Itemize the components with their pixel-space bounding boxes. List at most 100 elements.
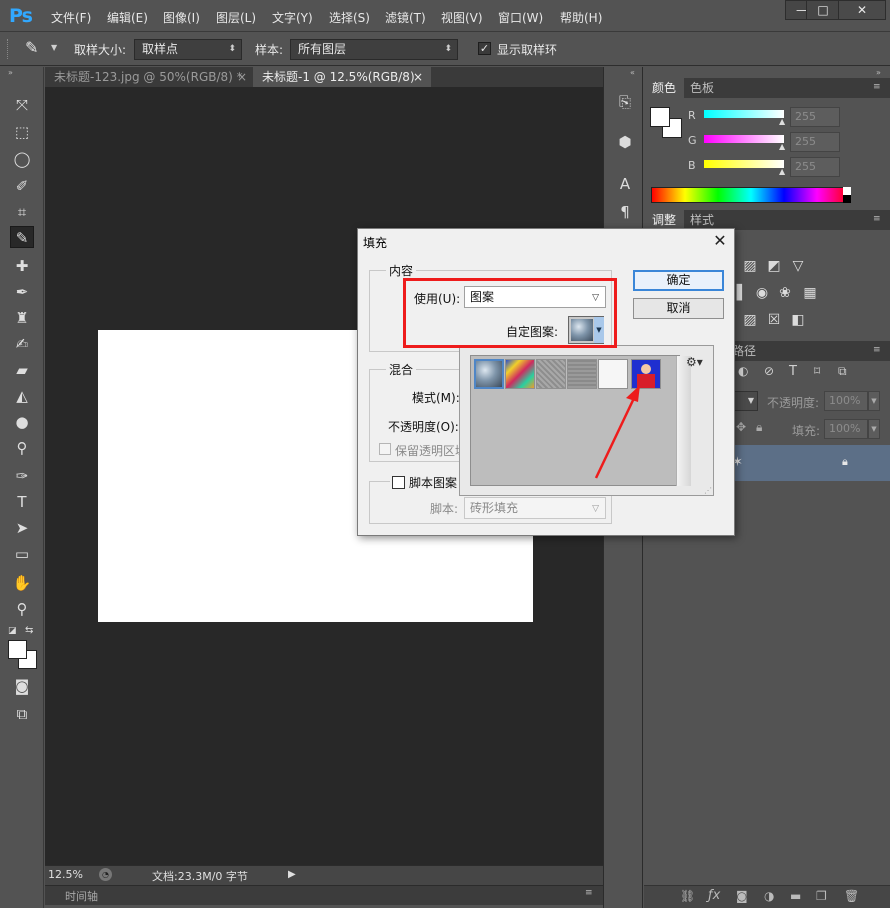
new-adjustment-icon[interactable]: ◑ — [764, 889, 774, 903]
paint-bucket-tool-icon[interactable]: ◭ — [10, 385, 34, 407]
slider-handle-icon[interactable]: ▲ — [779, 117, 785, 126]
show-ring-checkbox[interactable]: ✓ — [478, 42, 491, 55]
dodge-tool-icon[interactable]: ⚲ — [10, 437, 34, 459]
pen-tool-icon[interactable]: ✑ — [10, 465, 34, 487]
expand-chevron-icon[interactable]: « — [630, 68, 635, 77]
cancel-button[interactable]: 取消 — [633, 298, 724, 319]
move-tool-icon[interactable]: ⤧ — [10, 94, 34, 116]
link-layers-icon[interactable]: ⛓ — [680, 889, 695, 903]
threshold-adjust-icon[interactable]: ☒ — [764, 311, 784, 329]
eraser-tool-icon[interactable]: ▰ — [10, 359, 34, 381]
delete-layer-icon[interactable]: 🗑︎ — [844, 889, 859, 903]
zoom-level[interactable]: 12.5% — [48, 868, 83, 881]
quick-mask-icon[interactable]: ◙ — [10, 675, 34, 697]
slider-handle-icon[interactable]: ▲ — [779, 142, 785, 151]
preserve-transparency-checkbox[interactable] — [379, 443, 391, 455]
menu-window[interactable]: 窗口(W) — [498, 9, 543, 26]
tab-untitled-1[interactable]: 未标题-1 @ 12.5%(RGB/8) × — [253, 67, 431, 87]
filter-type-icon[interactable]: T — [789, 364, 797, 379]
selective-color-adjust-icon[interactable]: ◧ — [788, 311, 808, 329]
lasso-tool-icon[interactable]: ◯ — [10, 148, 34, 170]
fill-input[interactable]: 100% — [824, 419, 868, 439]
channel-r-slider[interactable] — [704, 110, 784, 118]
pattern-bubbles[interactable] — [474, 359, 504, 389]
collapse-chevron-icon[interactable]: » — [876, 68, 881, 77]
panel-menu-icon[interactable]: ≡ — [585, 888, 593, 898]
tab-close-icon[interactable]: × — [413, 67, 423, 87]
channel-mixer-adjust-icon[interactable]: ❀ — [775, 284, 795, 302]
resize-grip-icon[interactable]: ⋰ — [704, 486, 712, 495]
tab-close-icon[interactable]: × — [237, 67, 247, 87]
gradient-map-adjust-icon[interactable]: ▽ — [788, 257, 808, 275]
tab-color[interactable]: 颜色 — [644, 78, 685, 98]
fill-dropdown-icon[interactable]: ▼ — [868, 419, 880, 439]
channel-g-input[interactable]: 255 — [790, 132, 840, 152]
add-mask-icon[interactable]: ◙ — [736, 889, 748, 903]
slider-handle-icon[interactable]: ▲ — [779, 167, 785, 176]
script-select[interactable]: 砖形填充 ▽ — [464, 497, 606, 519]
posterize-adjust-icon[interactable]: ▨ — [740, 311, 760, 329]
marquee-tool-icon[interactable]: ⬚ — [10, 121, 34, 143]
character-panel-icon[interactable]: A — [614, 173, 636, 195]
tab-styles[interactable]: 样式 — [682, 210, 722, 230]
lock-position-icon[interactable]: ✥ — [736, 420, 746, 434]
spectrum-black-swatch[interactable] — [843, 195, 851, 203]
eyedropper-tool-icon[interactable]: ✎ — [10, 226, 34, 248]
panel-menu-icon[interactable]: ≡ — [873, 214, 881, 224]
pattern-burlap[interactable] — [536, 359, 566, 389]
exposure-adjust-icon[interactable]: ◩ — [764, 257, 784, 275]
panel-menu-icon[interactable]: ≡ — [873, 82, 881, 92]
paragraph-panel-icon[interactable]: ¶ — [614, 201, 636, 223]
healing-brush-tool-icon[interactable]: ✚ — [10, 255, 34, 277]
curves-adjust-icon[interactable]: ▨ — [740, 257, 760, 275]
menu-filter[interactable]: 滤镜(T) — [385, 9, 426, 26]
balance-adjust-icon[interactable]: ▌ — [732, 284, 752, 302]
hand-tool-icon[interactable]: ✋ — [10, 572, 34, 594]
quick-select-tool-icon[interactable]: ✐ — [10, 175, 34, 197]
filter-smart-icon[interactable]: ⧉ — [838, 364, 847, 379]
3d-panel-icon[interactable]: ⬢ — [614, 131, 636, 153]
channel-b-slider[interactable] — [704, 160, 784, 168]
filter-adjust-icon[interactable]: ⊘ — [764, 364, 774, 378]
tab-adjustments[interactable]: 调整 — [644, 210, 685, 230]
sample-select[interactable]: 所有图层 ⬍ — [290, 39, 458, 60]
new-layer-icon[interactable]: ❐ — [816, 889, 827, 903]
collapse-chevron-icon[interactable]: » — [8, 68, 13, 77]
maximize-button[interactable]: □ — [806, 0, 840, 20]
menu-help[interactable]: 帮助(H) — [560, 9, 602, 26]
dialog-close-icon[interactable]: ✕ — [708, 230, 732, 252]
color-spectrum-bar[interactable] — [651, 187, 851, 203]
tool-preset-chevron-down-icon[interactable]: ▼ — [51, 43, 57, 52]
foreground-color-swatch[interactable] — [8, 640, 27, 659]
menu-image[interactable]: 图像(I) — [163, 9, 200, 26]
menu-view[interactable]: 视图(V) — [441, 9, 483, 26]
timeline-label[interactable]: 时间轴 — [65, 888, 98, 904]
blur-tool-icon[interactable]: ● — [10, 411, 34, 433]
zoom-tool-icon[interactable]: ⚲ — [10, 598, 34, 620]
menu-select[interactable]: 选择(S) — [329, 9, 370, 26]
channel-r-input[interactable]: 255 — [790, 107, 840, 127]
opacity-dropdown-icon[interactable]: ▼ — [868, 391, 880, 411]
foreground-color-swatch[interactable] — [650, 107, 670, 127]
spectrum-white-swatch[interactable] — [843, 187, 851, 195]
close-window-button[interactable]: ✕ — [838, 0, 886, 20]
gear-icon[interactable]: ⚙▾ — [686, 355, 703, 369]
filter-shape-icon[interactable]: ⌑ — [814, 364, 820, 378]
pattern-scrollbar[interactable] — [676, 356, 691, 486]
type-tool-icon[interactable]: T — [10, 491, 34, 513]
status-info-icon[interactable]: ◔ — [99, 868, 112, 881]
menu-edit[interactable]: 编辑(E) — [107, 9, 148, 26]
layer-style-icon[interactable]: ƒx — [708, 888, 720, 903]
menu-type[interactable]: 文字(Y) — [272, 9, 313, 26]
screen-mode-icon[interactable]: ⧉ — [10, 703, 34, 725]
rectangle-tool-icon[interactable]: ▭ — [10, 543, 34, 565]
new-group-icon[interactable]: ▬ — [790, 889, 801, 903]
status-menu-arrow-icon[interactable]: ▶ — [288, 869, 296, 880]
tab-untitled-123[interactable]: 未标题-123.jpg @ 50%(RGB/8) * × — [45, 67, 253, 87]
script-pattern-checkbox[interactable] — [392, 476, 405, 489]
swap-colors-icon[interactable]: ⇆ — [25, 625, 33, 636]
crop-tool-icon[interactable]: ⌗ — [10, 201, 34, 223]
menu-layer[interactable]: 图层(L) — [216, 9, 256, 26]
stamp-tool-icon[interactable]: ♜ — [10, 307, 34, 329]
path-select-tool-icon[interactable]: ➤ — [10, 517, 34, 539]
